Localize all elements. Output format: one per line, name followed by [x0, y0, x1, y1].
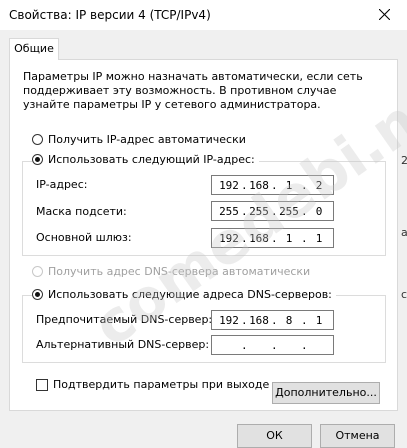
close-button[interactable] — [362, 0, 407, 30]
preferred-dns-field[interactable]: 192. 168. 8. 1 — [211, 310, 334, 330]
title-bar: Свойства: IP версии 4 (TCP/IPv4) — [0, 0, 407, 30]
octet: 192 — [219, 178, 239, 192]
radio-indicator-checked — [32, 154, 43, 165]
validate-on-exit-label: Подтвердить параметры при выходе — [53, 378, 270, 391]
octet: 192 — [219, 231, 239, 245]
edge-glyph: a — [401, 226, 407, 239]
preferred-dns-label: Предпочитаемый DNS-сервер: — [36, 313, 213, 326]
subnet-mask-label: Маска подсети: — [36, 205, 127, 218]
octet: 168 — [249, 313, 269, 327]
octet: 0 — [315, 204, 323, 218]
close-icon — [379, 9, 390, 20]
octet: 1 — [315, 313, 323, 327]
gateway-label: Основной шлюз: — [36, 231, 132, 244]
gateway-field[interactable]: 192. 168. 1. 1 — [211, 228, 334, 248]
radio-dns-static[interactable]: Использовать следующие адреса DNS-сервер… — [32, 288, 336, 301]
advanced-button[interactable]: Дополнительно... — [272, 382, 380, 404]
radio-ip-static-label: Использовать следующий IP-адрес: — [48, 153, 255, 166]
cancel-button[interactable]: Отмена — [320, 424, 395, 448]
octet: 192 — [219, 313, 239, 327]
octet: 1 — [285, 231, 293, 245]
octet: 168 — [249, 231, 269, 245]
radio-ip-static[interactable]: Использовать следующий IP-адрес: — [32, 153, 259, 166]
radio-dns-auto-label: Получить адрес DNS-сервера автоматически — [48, 265, 311, 278]
alternate-dns-field[interactable]: . . . — [211, 335, 334, 355]
window-title: Свойства: IP версии 4 (TCP/IPv4) — [9, 8, 211, 22]
octet: 2 — [315, 178, 323, 192]
edge-glyph: 2 — [401, 154, 407, 167]
octet: 1 — [285, 178, 293, 192]
radio-dns-static-label: Использовать следующие адреса DNS-сервер… — [48, 288, 332, 301]
octet: 255 — [219, 204, 239, 218]
radio-dns-auto[interactable]: Получить адрес DNS-сервера автоматически — [32, 265, 315, 278]
octet: 255 — [279, 204, 299, 218]
octet: 8 — [285, 313, 293, 327]
radio-ip-auto-label: Получить IP-адрес автоматически — [48, 133, 246, 146]
ok-button[interactable]: ОК — [237, 424, 312, 448]
edge-glyph: c — [401, 288, 407, 301]
radio-ip-auto[interactable]: Получить IP-адрес автоматически — [32, 133, 250, 146]
radio-indicator — [32, 266, 43, 277]
alternate-dns-label: Альтернативный DNS-сервер: — [36, 338, 210, 351]
radio-indicator-checked — [32, 289, 43, 300]
octet: 168 — [249, 178, 269, 192]
ip-address-field[interactable]: 192. 168. 1. 2 — [211, 175, 334, 195]
subnet-mask-field[interactable]: 255. 255. 255. 0 — [211, 201, 334, 221]
description-text: Параметры IP можно назначать автоматичес… — [23, 70, 363, 111]
checkbox-box — [36, 378, 48, 391]
tab-general[interactable]: Общие — [9, 38, 59, 60]
ip-address-label: IP-адрес: — [36, 178, 88, 191]
validate-on-exit-checkbox[interactable]: Подтвердить параметры при выходе — [36, 378, 269, 391]
octet: 1 — [315, 231, 323, 245]
octet: 255 — [249, 204, 269, 218]
radio-indicator — [32, 134, 43, 145]
